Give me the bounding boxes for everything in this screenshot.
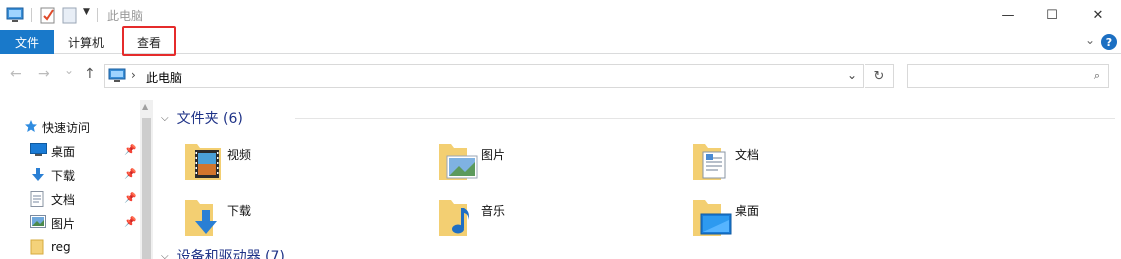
- desktop-folder-icon: [691, 196, 739, 244]
- new-folder-icon[interactable]: [62, 6, 78, 24]
- content-pane: ⌵ 文件夹 (6) 视频 图片 文档 下载 音乐 桌面 ⌵ 设备和驱动器 (7): [153, 100, 1121, 259]
- address-dropdown-icon[interactable]: ⌄: [847, 68, 857, 82]
- back-button[interactable]: ←: [10, 66, 22, 82]
- minimize-button[interactable]: —: [985, 0, 1031, 30]
- ribbon-expand-icon[interactable]: ⌄: [1085, 33, 1095, 47]
- breadcrumb[interactable]: 此电脑: [146, 69, 182, 86]
- picture-icon: [30, 215, 47, 231]
- folder-tile-music[interactable]: 音乐: [437, 196, 687, 250]
- folder-tile-downloads[interactable]: 下载: [183, 196, 433, 250]
- documents-folder-icon: [691, 140, 739, 188]
- folder-tile-pictures[interactable]: 图片: [437, 140, 687, 194]
- sidebar-item-desktop[interactable]: 桌面 📌: [0, 139, 140, 163]
- group-header-folders[interactable]: ⌵ 文件夹 (6): [161, 108, 243, 128]
- music-folder-icon: [437, 196, 485, 244]
- scroll-up-icon[interactable]: ▲: [142, 102, 148, 111]
- sidebar-item-quick-access[interactable]: 快速访问: [0, 115, 140, 139]
- group-divider: [295, 118, 1115, 119]
- up-button[interactable]: ↑: [84, 66, 96, 82]
- breadcrumb-separator: ›: [131, 68, 136, 82]
- sidebar-item-documents[interactable]: 文档 📌: [0, 187, 140, 211]
- help-icon[interactable]: ?: [1101, 34, 1117, 50]
- chevron-down-icon: ⌵: [161, 112, 169, 124]
- pin-icon: 📌: [124, 217, 137, 228]
- star-icon: [24, 119, 41, 135]
- tab-computer[interactable]: 计算机: [58, 30, 114, 54]
- maximize-button[interactable]: ☐: [1029, 0, 1075, 30]
- folder-tile-documents[interactable]: 文档: [691, 140, 941, 194]
- search-input[interactable]: ⌕: [907, 64, 1109, 88]
- properties-icon[interactable]: [40, 6, 56, 24]
- computer-icon: [108, 68, 126, 87]
- folder-tile-desktop[interactable]: 桌面: [691, 196, 941, 250]
- sidebar-scrollbar-thumb[interactable]: [142, 118, 151, 259]
- address-bar[interactable]: › 此电脑 ⌄: [104, 64, 864, 88]
- videos-folder-icon: [183, 140, 231, 188]
- downloads-folder-icon: [183, 196, 231, 244]
- file-explorer-window: ▼ 此电脑 — ☐ ✕ 文件 计算机 查看 ⌄ ? ← → ⌄ ↑ › 此电脑 …: [0, 0, 1121, 259]
- tab-view-highlight-box: [122, 26, 176, 56]
- download-icon: [30, 167, 47, 183]
- recent-locations-button[interactable]: ⌄: [64, 63, 74, 77]
- navigation-pane: 快速访问 桌面 📌 下载 📌 文档 📌 图片 📌 reg ▲: [0, 100, 153, 259]
- search-icon: ⌕: [1093, 69, 1100, 82]
- pictures-folder-icon: [437, 140, 485, 188]
- pin-icon: 📌: [124, 169, 137, 180]
- window-title: 此电脑: [107, 9, 144, 23]
- pin-icon: 📌: [124, 145, 137, 156]
- chevron-down-icon: ⌵: [161, 250, 169, 259]
- folder-tile-videos[interactable]: 视频: [183, 140, 433, 194]
- forward-button[interactable]: →: [38, 66, 50, 82]
- folder-icon: [30, 239, 47, 255]
- refresh-button[interactable]: ↻: [865, 64, 894, 88]
- document-icon: [30, 191, 47, 207]
- pin-icon: 📌: [124, 193, 137, 204]
- computer-icon[interactable]: [6, 6, 24, 24]
- tab-file[interactable]: 文件: [0, 30, 54, 54]
- sidebar-item-downloads[interactable]: 下载 📌: [0, 163, 140, 187]
- sidebar-item-pictures[interactable]: 图片 📌: [0, 211, 140, 235]
- navigation-bar: ← → ⌄ ↑ › 此电脑 ⌄ ↻ ⌕: [0, 60, 1121, 92]
- ribbon-tabs: 文件 计算机 查看 ⌄ ?: [0, 26, 1121, 56]
- close-button[interactable]: ✕: [1075, 0, 1121, 30]
- sidebar-item-reg[interactable]: reg: [0, 235, 140, 259]
- group-header-devices[interactable]: ⌵ 设备和驱动器 (7): [161, 246, 285, 259]
- customize-dropdown-icon[interactable]: ▼: [83, 7, 90, 25]
- desktop-icon: [30, 143, 47, 159]
